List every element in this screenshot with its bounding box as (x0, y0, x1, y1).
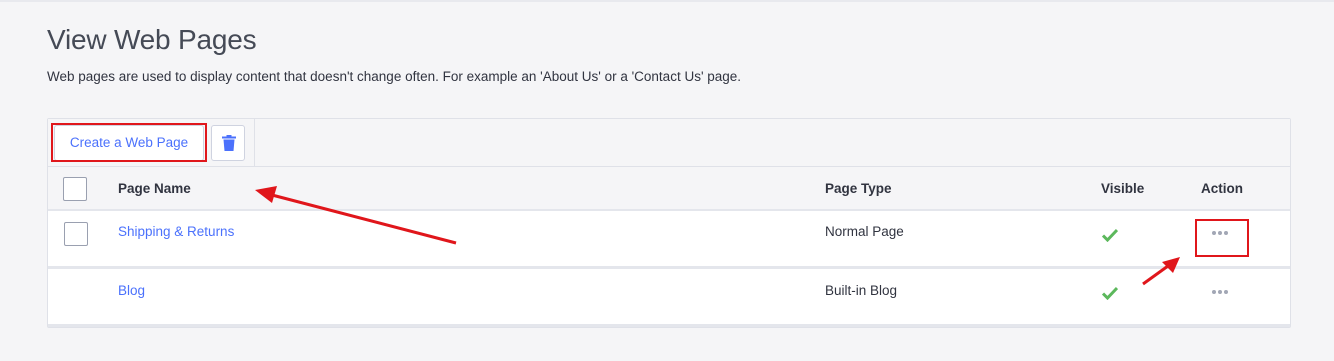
annotation-arrow-left (255, 186, 457, 245)
annotation-arrow-right (1142, 257, 1180, 286)
annotation-arrows (255, 186, 1180, 286)
